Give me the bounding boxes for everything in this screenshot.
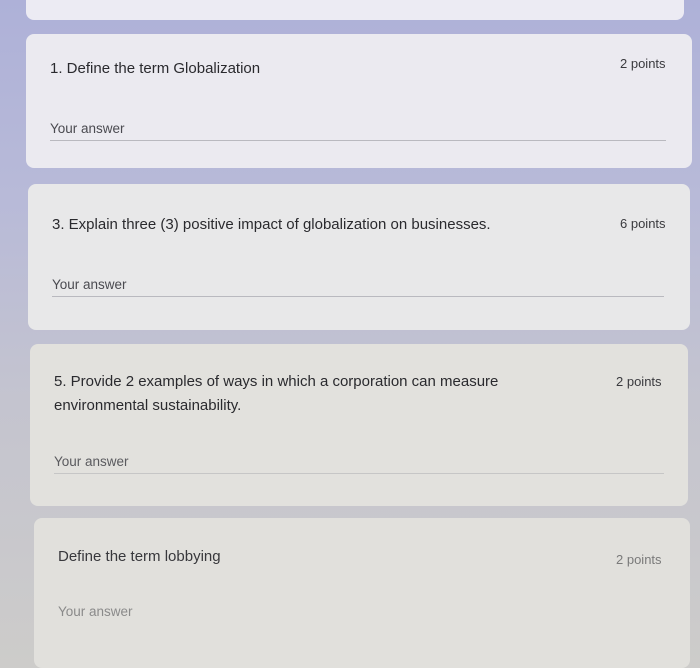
question-title: 3. Explain three (3) positive impact of … [52,216,491,233]
question-points: 2 points [620,56,666,71]
question-title: 5. Provide 2 examples of ways in which a… [54,373,499,414]
answer-field[interactable]: Your answer [52,277,127,292]
answer-field[interactable]: Your answer [58,604,133,619]
question-points: 6 points [620,216,666,231]
question-card-1: 1. Define the term Globalization 2 point… [26,34,692,168]
previous-card-edge [26,0,684,20]
answer-underline [50,140,666,141]
question-title: Define the term lobbying [58,548,221,565]
question-card-3: 3. Explain three (3) positive impact of … [28,184,690,330]
question-title: 1. Define the term Globalization [50,60,261,77]
question-card-lobbying: Define the term lobbying 2 points Your a… [34,518,690,668]
question-card-5: 5. Provide 2 examples of ways in which a… [30,344,688,506]
answer-field[interactable]: Your answer [54,454,129,469]
answer-underline [54,473,664,474]
answer-field[interactable]: Your answer [50,121,125,136]
answer-underline [52,296,664,297]
question-points: 2 points [616,374,662,389]
question-points: 2 points [616,552,662,567]
